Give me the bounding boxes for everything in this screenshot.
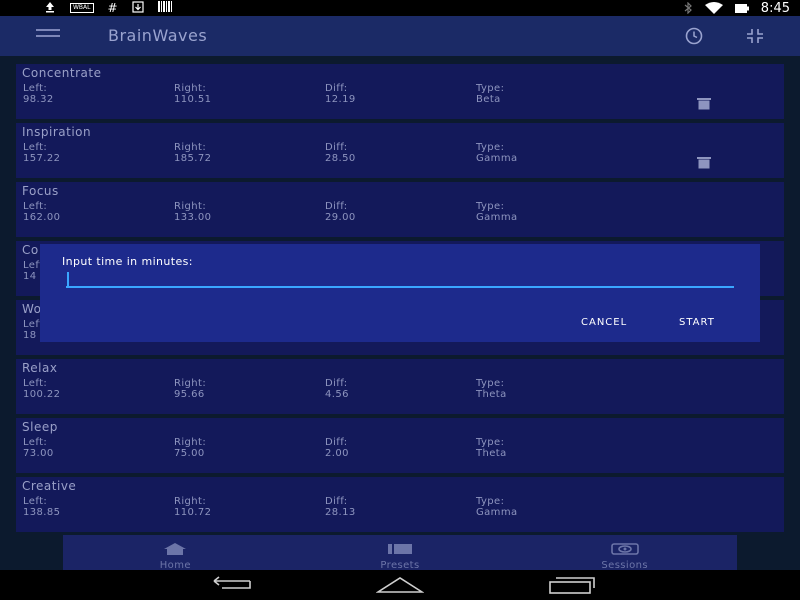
diff-label: Diff:: [325, 201, 348, 212]
home-icon: [164, 540, 187, 559]
left-value: 162.00: [23, 212, 61, 223]
type-value: Gamma: [476, 507, 518, 518]
app-bar: BrainWaves: [0, 16, 800, 56]
left-value: 98.32: [23, 94, 54, 105]
preset-name: Concentrate: [22, 66, 102, 80]
system-nav-bar: [0, 570, 800, 600]
diff-label: Diff:: [325, 378, 348, 389]
diff-value: 28.50: [325, 153, 356, 164]
right-value: 110.51: [174, 94, 212, 105]
battery-icon: [734, 0, 749, 18]
clock-time: 8:45: [760, 0, 790, 16]
preset-name: Wo: [22, 302, 42, 316]
text-cursor: [67, 272, 69, 286]
diff-value: 2.00: [325, 448, 349, 459]
minutes-input[interactable]: [66, 272, 734, 288]
preset-card-inspiration[interactable]: Inspiration Left: 157.22 Right: 185.72 Dif…: [16, 123, 784, 178]
left-label: Left:: [23, 437, 48, 448]
right-label: Right:: [174, 378, 207, 389]
right-value: 133.00: [174, 212, 212, 223]
time-input-dialog: Input time in minutes: CANCEL START: [40, 244, 760, 342]
diff-label: Diff:: [325, 496, 348, 507]
download-icon: [131, 0, 144, 16]
right-label: Right:: [174, 142, 207, 153]
diff-value: 29.00: [325, 212, 356, 223]
preset-name: Co: [22, 243, 39, 257]
right-label: Right:: [174, 83, 207, 94]
left-value: 73.00: [23, 448, 54, 459]
back-icon[interactable]: [206, 576, 252, 596]
barcode-icon: [157, 1, 172, 15]
preset-card-creative[interactable]: Creative Left: 138.85 Right: 110.72 Diff: 2…: [16, 477, 784, 532]
type-label: Type:: [476, 496, 505, 507]
right-value: 110.72: [174, 507, 212, 518]
presets-icon: [388, 540, 412, 559]
delete-icon[interactable]: [696, 95, 712, 110]
preset-name: Creative: [22, 479, 77, 493]
type-value: Theta: [476, 389, 507, 400]
recents-icon[interactable]: [548, 576, 596, 598]
menu-icon[interactable]: [36, 29, 60, 43]
preset-card-relax[interactable]: Relax Left: 100.22 Right: 95.66 Diff: 4.56 …: [16, 359, 784, 414]
right-label: Right:: [174, 496, 207, 507]
left-label: Left:: [23, 201, 48, 212]
diff-value: 12.19: [325, 94, 356, 105]
diff-label: Diff:: [325, 83, 348, 94]
left-label: Left:: [23, 378, 48, 389]
sessions-icon: [610, 540, 639, 559]
diff-label: Diff:: [325, 437, 348, 448]
preset-name: Sleep: [22, 420, 58, 434]
preset-name: Focus: [22, 184, 59, 198]
home-button-icon[interactable]: [375, 576, 425, 598]
type-value: Gamma: [476, 153, 518, 164]
app-title: BrainWaves: [108, 26, 208, 45]
preset-card-sleep[interactable]: Sleep Left: 73.00 Right: 75.00 Diff: 2.00 T…: [16, 418, 784, 473]
cancel-button[interactable]: CANCEL: [581, 317, 627, 328]
type-label: Type:: [476, 201, 505, 212]
diff-value: 28.13: [325, 507, 356, 518]
type-label: Type:: [476, 437, 505, 448]
left-value: 138.85: [23, 507, 61, 518]
nav-sessions[interactable]: Sessions: [512, 535, 737, 571]
type-label: Type:: [476, 142, 505, 153]
status-bar: WBAL # 8:45: [0, 0, 800, 16]
bluetooth-icon: [683, 0, 693, 18]
preset-name: Inspiration: [22, 125, 92, 139]
right-value: 95.66: [174, 389, 205, 400]
preset-card-concentrate[interactable]: Concentrate Left: 98.32 Right: 110.51 Diff…: [16, 64, 784, 119]
dialog-label: Input time in minutes:: [62, 255, 193, 268]
left-label: Left:: [23, 496, 48, 507]
diff-value: 4.56: [325, 389, 349, 400]
type-label: Type:: [476, 378, 505, 389]
left-value: 157.22: [23, 153, 61, 164]
app-screen: BrainWaves Concentrate Left: 98.32 Right:…: [0, 16, 800, 571]
history-clock-icon[interactable]: [682, 27, 706, 45]
type-value: Beta: [476, 94, 501, 105]
right-value: 185.72: [174, 153, 212, 164]
nav-presets[interactable]: Presets: [288, 535, 513, 571]
type-label: Type:: [476, 83, 505, 94]
bottom-nav: Home Presets Sessions: [63, 535, 737, 571]
delete-icon[interactable]: [696, 154, 712, 169]
nav-home[interactable]: Home: [63, 535, 288, 571]
diff-label: Diff:: [325, 142, 348, 153]
right-value: 75.00: [174, 448, 205, 459]
left-value: 100.22: [23, 389, 61, 400]
right-label: Right:: [174, 201, 207, 212]
preset-name: Relax: [22, 361, 58, 375]
collapse-icon[interactable]: [746, 28, 764, 44]
type-value: Theta: [476, 448, 507, 459]
start-button[interactable]: START: [679, 317, 715, 328]
left-label: Left:: [23, 83, 48, 94]
left-label: Left:: [23, 142, 48, 153]
right-label: Right:: [174, 437, 207, 448]
upload-icon: [44, 1, 56, 16]
type-value: Gamma: [476, 212, 518, 223]
wbal-icon: WBAL: [70, 3, 94, 13]
hashtag-icon: #: [107, 1, 118, 15]
preset-card-focus[interactable]: Focus Left: 162.00 Right: 133.00 Diff: 29.0…: [16, 182, 784, 237]
wifi-icon: [704, 0, 723, 18]
